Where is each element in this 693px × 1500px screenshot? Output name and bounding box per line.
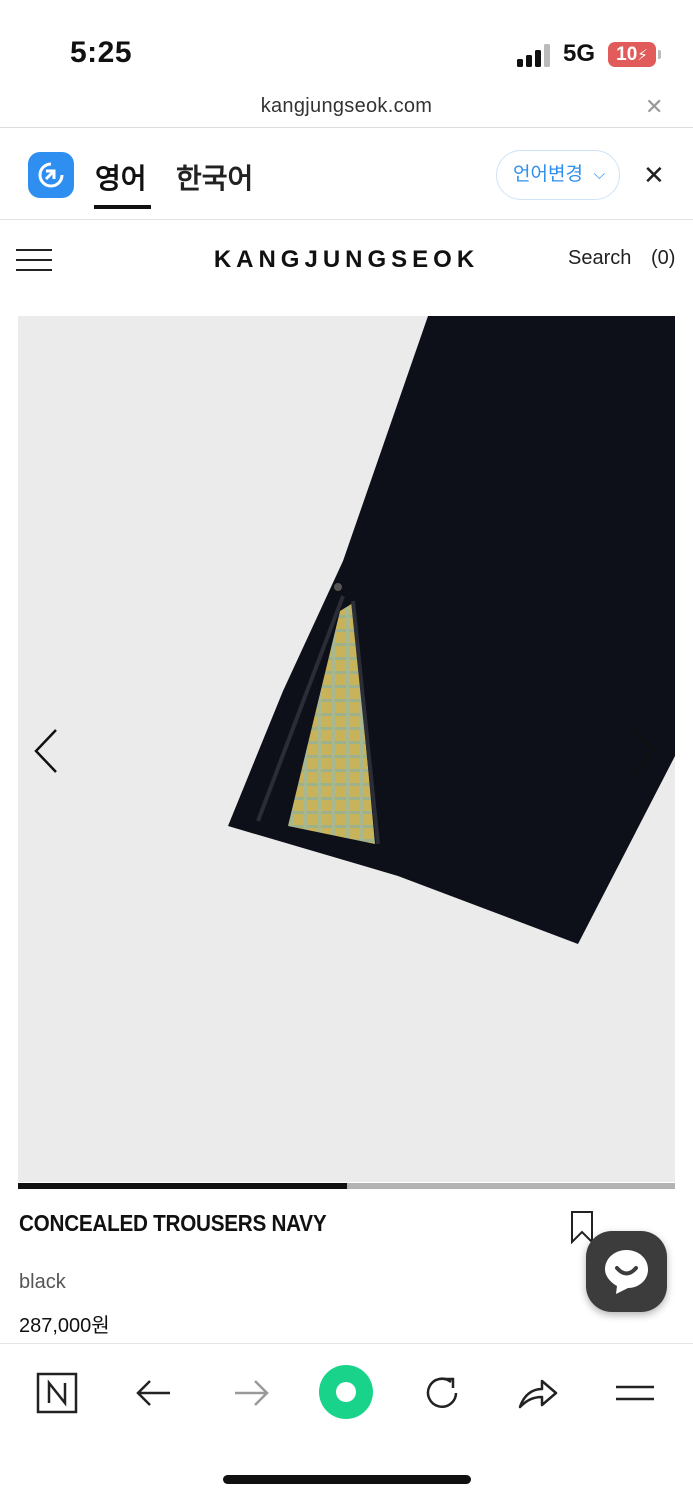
forward-arrow-icon[interactable] bbox=[229, 1371, 273, 1415]
chevron-right-icon bbox=[633, 729, 656, 773]
green-dot-icon[interactable] bbox=[318, 1364, 374, 1420]
product-price: 287,000원 bbox=[19, 1315, 110, 1337]
back-arrow-icon[interactable] bbox=[132, 1371, 176, 1415]
battery-icon: 10⚡ bbox=[608, 42, 661, 67]
translate-close-icon[interactable]: ✕ bbox=[643, 160, 665, 191]
url-bar[interactable]: kangjungseok.com ✕ bbox=[0, 90, 693, 128]
network-type: 5G bbox=[563, 40, 596, 67]
signal-icon bbox=[517, 43, 553, 67]
status-time: 5:25 bbox=[70, 36, 133, 69]
change-language-label: 언어변경 bbox=[513, 164, 583, 185]
battery-level: 10 bbox=[616, 44, 638, 65]
translate-bar: 영어 한국어 언어변경 ⌵ ✕ bbox=[0, 130, 693, 220]
product-color: black bbox=[19, 1271, 66, 1293]
translate-logo-icon bbox=[28, 152, 74, 198]
n-home-icon[interactable] bbox=[35, 1371, 79, 1415]
share-icon[interactable] bbox=[516, 1371, 560, 1415]
prev-image-button[interactable] bbox=[32, 726, 62, 776]
tab-english[interactable]: 영어 bbox=[94, 157, 151, 209]
menu-icon[interactable] bbox=[613, 1371, 657, 1415]
change-language-button[interactable]: 언어변경 ⌵ bbox=[496, 150, 620, 200]
url-text: kangjungseok.com bbox=[260, 95, 433, 117]
product-image-gallery[interactable] bbox=[18, 316, 675, 1182]
tab-korean[interactable]: 한국어 bbox=[176, 157, 253, 197]
next-image-button[interactable] bbox=[628, 726, 658, 776]
close-icon[interactable]: ✕ bbox=[645, 94, 663, 120]
chat-bubble-icon bbox=[605, 1250, 648, 1294]
home-indicator bbox=[223, 1475, 471, 1484]
gallery-progress-bar bbox=[18, 1183, 675, 1189]
status-bar: 5:25 5G 10⚡ bbox=[0, 0, 693, 90]
site-header: KANGJUNGSEOK Search (0) bbox=[0, 222, 693, 298]
bookmark-icon[interactable] bbox=[570, 1210, 594, 1245]
product-photo bbox=[228, 316, 675, 944]
chevron-left-icon bbox=[34, 729, 57, 773]
chevron-down-icon: ⌵ bbox=[593, 166, 605, 183]
gallery-progress-fill bbox=[18, 1183, 347, 1189]
reload-icon[interactable] bbox=[420, 1371, 464, 1415]
search-link[interactable]: Search bbox=[568, 247, 631, 270]
cart-link[interactable]: (0) bbox=[651, 247, 675, 270]
product-title: CONCEALED TROUSERS NAVY bbox=[19, 1210, 327, 1236]
chat-button[interactable] bbox=[586, 1231, 667, 1312]
